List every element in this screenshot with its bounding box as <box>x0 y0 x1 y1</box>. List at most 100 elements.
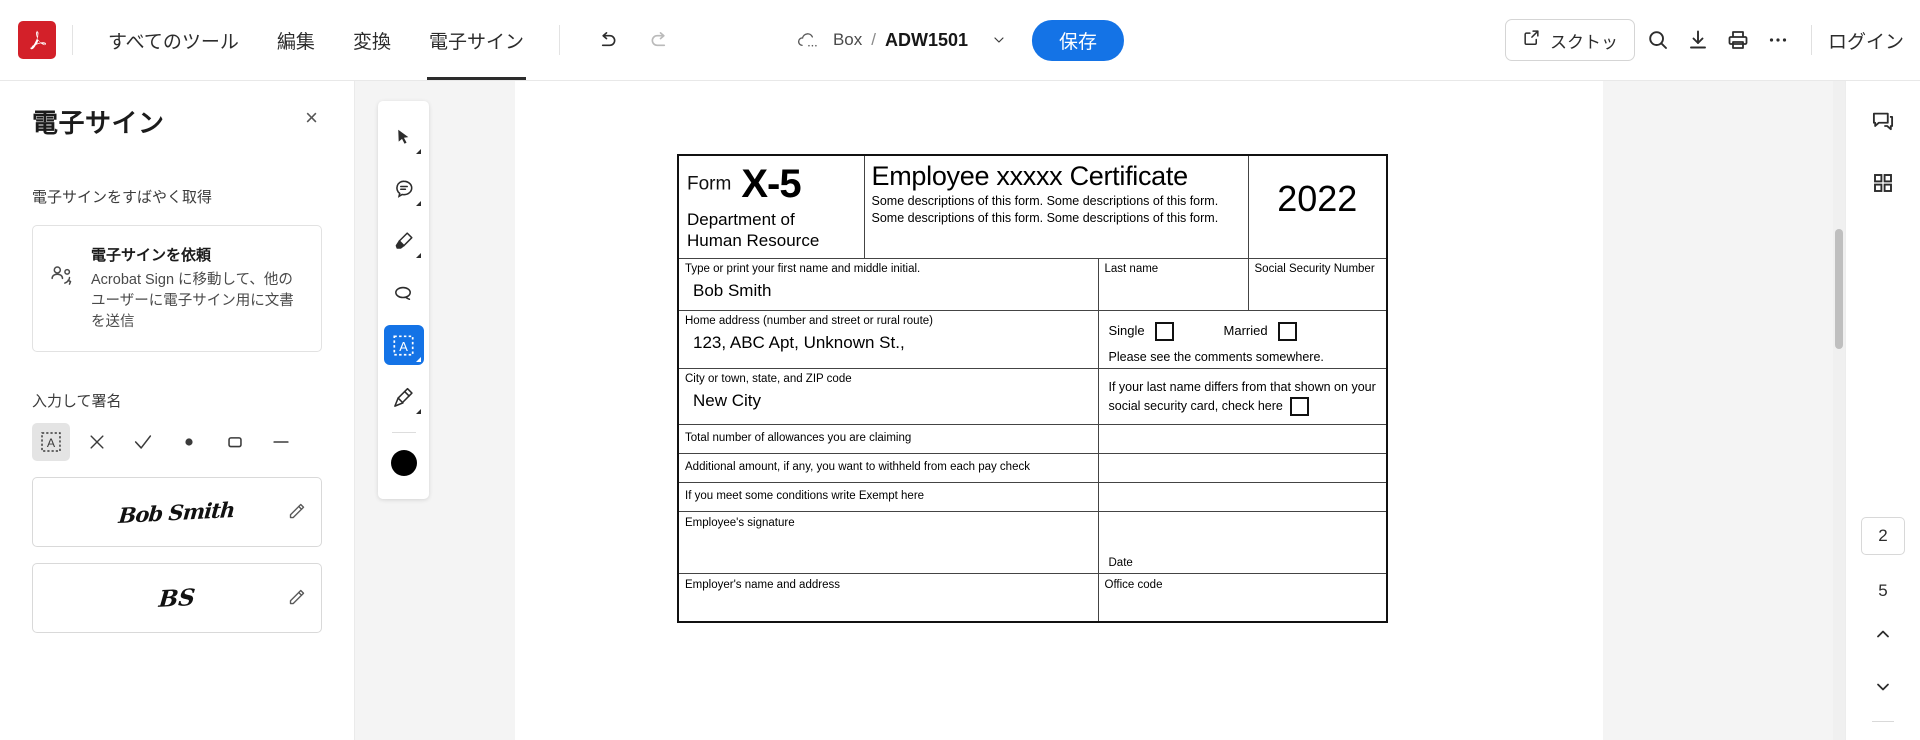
saved-signature-initials[interactable]: BS <box>32 563 322 634</box>
toolbar-divider-2 <box>558 25 560 55</box>
date-label: Date <box>1108 557 1133 570</box>
top-toolbar: すべてのツール 編集 変換 電子サイン Box / ADW1501 保存 スクト… <box>0 0 1920 81</box>
previous-page-button[interactable] <box>1863 614 1903 654</box>
employee-signature-cell[interactable]: Employee's signature <box>677 511 1099 575</box>
color-swatch-button[interactable] <box>384 443 424 483</box>
single-checkbox[interactable] <box>1155 322 1175 342</box>
screenshot-label: スクトッ <box>1549 32 1618 52</box>
add-text-tool-caret-icon <box>415 357 421 362</box>
lastname-differs-checkbox[interactable] <box>1289 396 1309 416</box>
toolbar-divider-1 <box>72 25 73 55</box>
annotation-toolrail: A <box>378 101 429 499</box>
current-page-input[interactable]: 2 <box>1861 517 1905 555</box>
file-location[interactable]: Box <box>833 30 862 50</box>
lastname-differs-cell: If your last name differs from that show… <box>1097 368 1388 426</box>
date-cell[interactable]: Date <box>1097 511 1388 575</box>
chevron-down-icon[interactable] <box>991 32 1007 48</box>
line-stamp-button[interactable] <box>262 423 300 461</box>
edit-signature-icon[interactable] <box>285 501 307 523</box>
panel-title: 電子サイン <box>32 108 165 138</box>
page-thumbnails-icon[interactable] <box>1861 161 1905 205</box>
tab-e-sign[interactable]: 電子サイン <box>410 0 543 80</box>
last-name-value <box>1099 277 1248 287</box>
select-tool-caret-icon <box>415 149 421 154</box>
additional-value <box>1099 454 1387 464</box>
highlight-tool-caret-icon <box>415 253 421 258</box>
allowances-label-cell: Total number of allowances you are claim… <box>677 424 1099 455</box>
tab-convert[interactable]: 変換 <box>334 0 410 80</box>
department-label: Department of Human Resource <box>687 210 820 250</box>
ssn-label: Social Security Number <box>1254 263 1375 276</box>
save-button[interactable]: 保存 <box>1032 19 1125 61</box>
exempt-value-cell[interactable] <box>1097 482 1388 513</box>
exempt-row: If you meet some conditions write Exempt… <box>677 482 1388 513</box>
certificate-title-cell: Employee xxxxx Certificate Some descript… <box>863 154 1249 260</box>
request-signature-card[interactable]: 電子サインを依頼 Acrobat Sign に移動して、他のユーザーに電子サイン… <box>32 225 322 353</box>
marital-status-row: Single Married <box>1099 311 1387 342</box>
undo-redo-group <box>590 23 678 57</box>
download-button[interactable] <box>1681 23 1715 57</box>
saved-signature-full[interactable]: Bob Smith <box>32 477 322 548</box>
form-year: 2022 <box>1277 178 1358 219</box>
additional-amount-row: Additional amount, if any, you want to w… <box>677 453 1388 484</box>
rect-stamp-button[interactable] <box>216 423 254 461</box>
login-button[interactable]: ログイン <box>1810 25 1904 55</box>
quick-sign-subtitle: 電子サインをすばやく取得 <box>32 189 213 206</box>
employer-label: Employer's name and address <box>685 579 840 592</box>
screenshot-button[interactable]: スクトッ <box>1504 19 1635 61</box>
select-tool-button[interactable] <box>384 117 424 157</box>
employer-row: Employer's name and address Office code <box>677 573 1388 623</box>
tab-edit[interactable]: 編集 <box>258 0 334 80</box>
check-stamp-button[interactable] <box>124 423 162 461</box>
add-text-tool-button[interactable]: A <box>383 325 424 365</box>
search-button[interactable] <box>1641 23 1675 57</box>
request-signature-title: 電子サインを依頼 <box>91 247 212 264</box>
home-address-label: Home address (number and street or rural… <box>685 315 933 328</box>
highlight-tool-button[interactable] <box>384 221 424 261</box>
pdf-viewer: Form X-5 Department of Human Resource Empl… <box>355 81 1845 740</box>
additional-label: Additional amount, if any, you want to w… <box>685 461 1030 474</box>
city-label: City or town, state, and ZIP code <box>685 373 852 386</box>
exempt-label: If you meet some conditions write Exempt… <box>685 490 925 503</box>
lasso-tool-button[interactable] <box>384 273 424 313</box>
edit-initials-icon[interactable] <box>285 587 307 609</box>
request-signature-icon <box>47 244 77 297</box>
first-name-value: Bob Smith <box>693 280 772 300</box>
allowances-value-cell[interactable] <box>1097 424 1388 455</box>
office-code-cell[interactable]: Office code <box>1097 573 1388 623</box>
certificate-title: Employee xxxxx Certificate <box>871 161 1189 191</box>
married-checkbox[interactable] <box>1278 322 1298 342</box>
tab-all-tools[interactable]: すべてのツール <box>89 0 258 80</box>
cross-stamp-button[interactable] <box>78 423 116 461</box>
text-stamp-button[interactable]: A <box>32 423 70 462</box>
close-icon[interactable]: × <box>301 103 322 133</box>
comment-panel-icon[interactable] <box>1861 99 1905 143</box>
next-page-button[interactable] <box>1863 667 1903 707</box>
svg-text:A: A <box>399 338 408 353</box>
adobe-acrobat-logo[interactable] <box>18 21 56 59</box>
office-code-label: Office code <box>1104 579 1163 592</box>
svg-text:A: A <box>47 436 56 450</box>
more-options-button[interactable] <box>1761 23 1795 57</box>
dot-stamp-button[interactable] <box>170 423 208 461</box>
comment-tool-button[interactable] <box>384 169 424 209</box>
draw-signature-tool-button[interactable] <box>384 377 424 417</box>
viewer-scrollbar-thumb[interactable] <box>1835 229 1843 349</box>
last-name-cell[interactable]: Last name <box>1097 258 1249 312</box>
tab-edit-label: 編集 <box>276 31 315 53</box>
file-name[interactable]: ADW1501 <box>885 30 968 51</box>
redo-button[interactable] <box>644 23 678 57</box>
print-button[interactable] <box>1721 23 1755 57</box>
additional-value-cell[interactable] <box>1097 453 1388 484</box>
viewer-scrollbar-track[interactable] <box>1833 81 1845 740</box>
city-value: New City <box>693 390 762 410</box>
first-name-cell[interactable]: Type or print your first name and middle… <box>677 258 1099 312</box>
employer-cell[interactable]: Employer's name and address <box>677 573 1099 623</box>
allowances-row: Total number of allowances you are claim… <box>677 424 1388 455</box>
file-breadcrumb: Box / ADW1501 保存 <box>796 19 1125 61</box>
address-row: Home address (number and street or rural… <box>677 310 1388 370</box>
undo-button[interactable] <box>590 23 624 57</box>
home-address-cell[interactable]: Home address (number and street or rural… <box>677 310 1099 370</box>
ssn-cell[interactable]: Social Security Number <box>1247 258 1388 312</box>
city-cell[interactable]: City or town, state, and ZIP code New Ci… <box>677 368 1099 426</box>
